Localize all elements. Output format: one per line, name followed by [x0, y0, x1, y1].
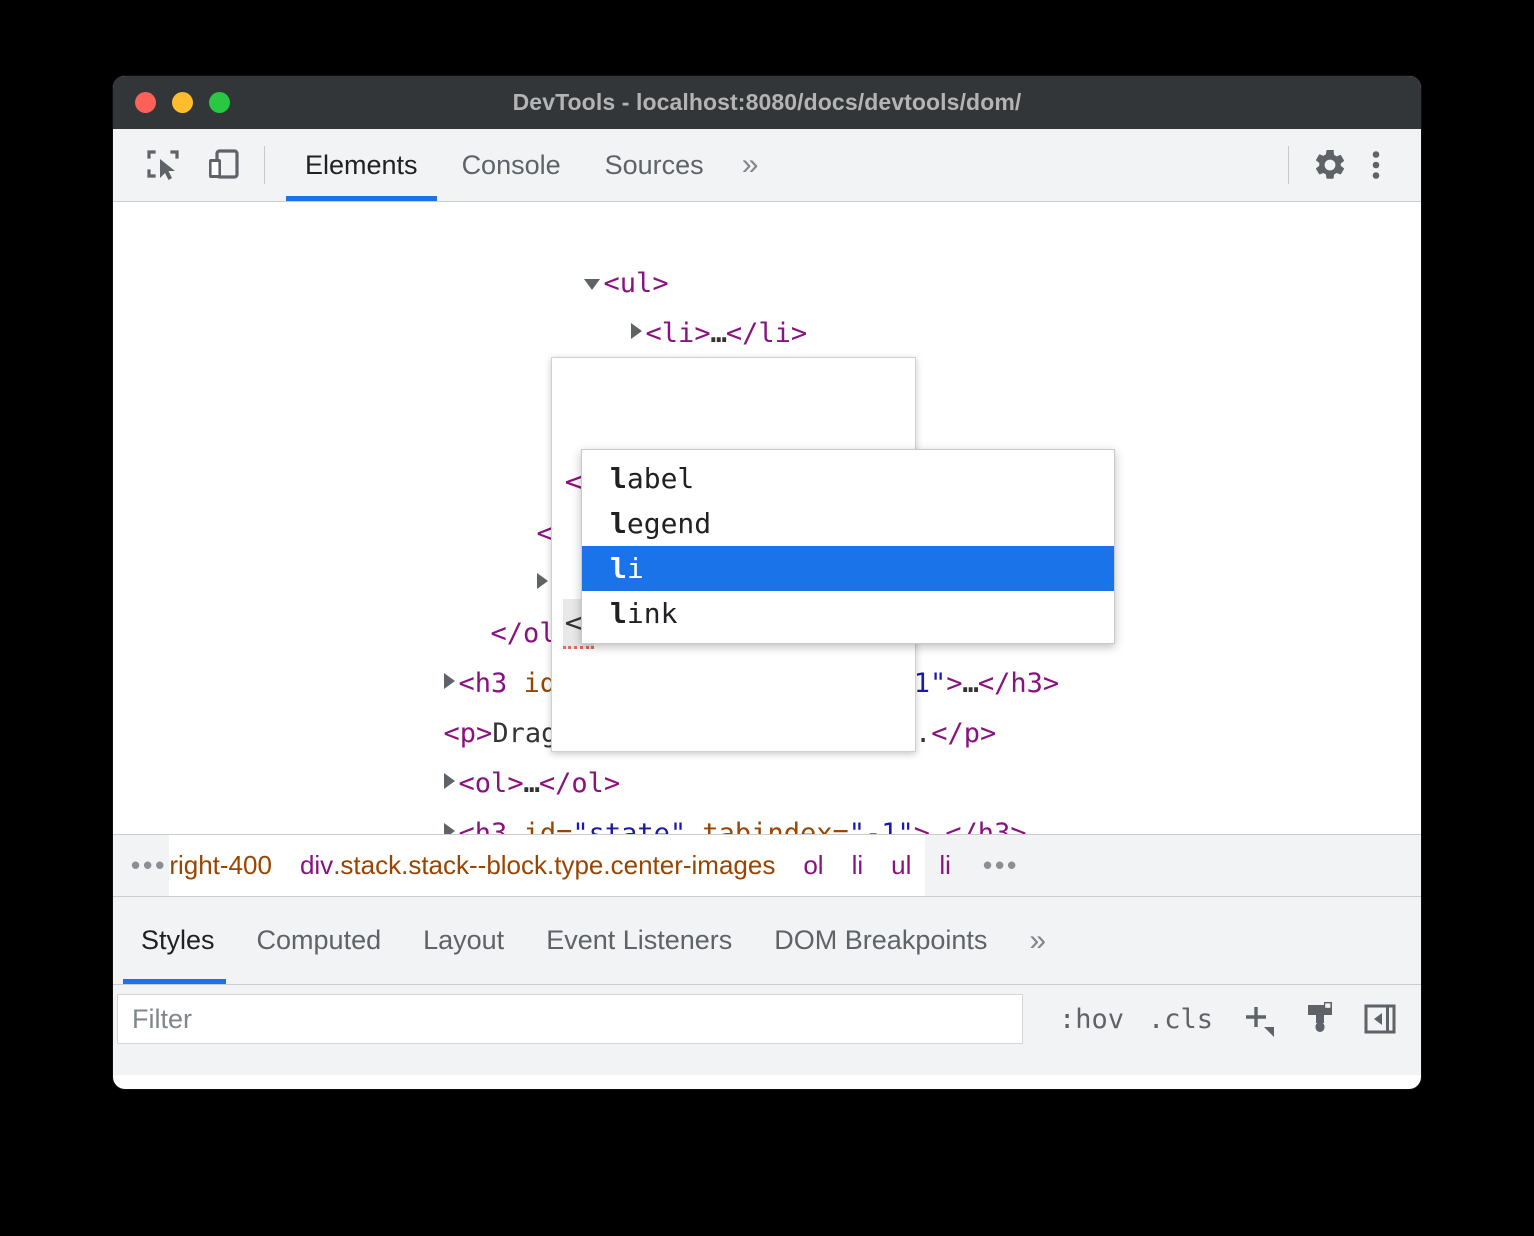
autocomplete-item-label-rest: abel [627, 462, 694, 495]
styles-pane-tab-list: Styles Computed Layout Event Listeners D… [113, 897, 1421, 985]
autocomplete-item-legend-rest: egend [627, 507, 711, 540]
dom-node-h3-state[interactable]: <h3 id="state" tabindex="-1">…</h3> [113, 759, 1421, 809]
dom-breadcrumb[interactable]: ••• right-400 div.stack.stack--block.typ… [113, 834, 1421, 897]
window-controls [135, 92, 230, 113]
breadcrumb-item-li-selected[interactable]: li [925, 835, 965, 896]
maximize-button[interactable] [209, 92, 230, 113]
tab-layout-label: Layout [423, 925, 504, 956]
element-classes-cls-label: .cls [1148, 1004, 1213, 1035]
autocomplete-item-li-rest: i [627, 552, 644, 585]
autocomplete-item-li-prefix: l [610, 552, 627, 585]
dom-node-ul-open[interactable]: <ul> [113, 209, 1421, 259]
h3-state-attr-id-name: id [524, 818, 557, 834]
breadcrumb-item-ul-label: ul [891, 850, 911, 881]
tab-computed-label: Computed [257, 925, 382, 956]
h3-state-attr-tabindex-name: tabindex [702, 818, 832, 834]
devtools-window: DevTools - localhost:8080/docs/devtools/… [113, 76, 1421, 1089]
breadcrumb-item-div-tag: div [300, 850, 333, 881]
h3-state-tag-open: <h3 [459, 818, 524, 834]
breadcrumb-item-li-selected-label: li [939, 850, 951, 881]
breadcrumb-item-ul[interactable]: ul [877, 835, 925, 896]
h3-state-end-tag: </h3> [945, 818, 1026, 834]
dom-node-li-1[interactable]: <li>…</li> [113, 259, 1421, 309]
paintbrush-icon[interactable] [1295, 994, 1345, 1044]
window-title: DevTools - localhost:8080/docs/devtools/… [113, 89, 1421, 116]
h3-state-ellipsis: … [930, 818, 945, 834]
tab-styles[interactable]: Styles [113, 897, 236, 984]
more-panels-button[interactable]: » [726, 129, 775, 201]
autocomplete-item-label-prefix: l [610, 462, 627, 495]
inspect-element-icon[interactable] [140, 142, 186, 188]
tab-elements[interactable]: Elements [283, 129, 440, 201]
tab-layout[interactable]: Layout [402, 897, 525, 984]
breadcrumb-overflow-left-label: ••• [131, 850, 167, 881]
dom-node-li-2[interactable]: <li>…</li> [113, 309, 1421, 359]
panel-tab-list: Elements Console Sources » [283, 129, 774, 201]
chevron-double-right-icon: » [742, 148, 759, 182]
autocomplete-item-link-rest: ink [627, 597, 678, 630]
breadcrumb-item-right-400-label: right-400 [169, 850, 272, 881]
tab-sources-label: Sources [605, 150, 704, 181]
breadcrumb-item-li-1-label: li [852, 850, 864, 881]
element-classes-cls-button[interactable]: .cls [1136, 1004, 1225, 1035]
tab-dom-breakpoints[interactable]: DOM Breakpoints [753, 897, 1008, 984]
toolbar-right-group [1270, 142, 1421, 188]
tab-console-label: Console [462, 150, 561, 181]
more-styles-tabs-button[interactable]: » [1008, 897, 1067, 984]
breadcrumb-item-right-400[interactable]: right-400 [169, 835, 286, 896]
kebab-menu-icon[interactable] [1353, 142, 1399, 188]
autocomplete-item-link-prefix: l [610, 597, 627, 630]
autocomplete-item-link[interactable]: link [582, 591, 1114, 636]
h3-state-attr-tabindex-value: "-1" [849, 818, 914, 834]
tag-autocomplete-dropdown[interactable]: label legend li link [581, 449, 1115, 644]
force-state-hov-button[interactable]: :hov [1047, 1004, 1136, 1035]
toolbar-separator-right [1288, 146, 1289, 184]
breadcrumb-item-div-classes: .stack.stack--block.type.center-images [333, 850, 775, 881]
devtools-main-toolbar: Elements Console Sources » [113, 129, 1421, 202]
h3-state-tag-close: > [914, 818, 930, 834]
autocomplete-item-legend[interactable]: legend [582, 501, 1114, 546]
styles-filter-toolbar: :hov .cls [113, 985, 1421, 1053]
plus-with-dropdown-icon[interactable] [1235, 994, 1285, 1044]
minimize-button[interactable] [172, 92, 193, 113]
close-button[interactable] [135, 92, 156, 113]
autocomplete-item-li[interactable]: li [582, 546, 1114, 591]
filter-input[interactable] [117, 994, 1023, 1044]
tab-event-listeners[interactable]: Event Listeners [525, 897, 753, 984]
autocomplete-item-label[interactable]: label [582, 456, 1114, 501]
breadcrumb-overflow-right[interactable]: ••• [965, 835, 1037, 896]
dom-tree-panel[interactable]: <ul> <li>…</li> <li>…</li> </ul> </li> <… [113, 202, 1421, 834]
gear-icon[interactable] [1307, 142, 1353, 188]
disclosure-triangle-closed-icon[interactable] [444, 823, 455, 834]
tab-sources[interactable]: Sources [583, 129, 726, 201]
toolbar-separator-left [264, 146, 265, 184]
breadcrumb-item-li-1[interactable]: li [838, 835, 878, 896]
autocomplete-item-legend-prefix: l [610, 507, 627, 540]
window-title-bar: DevTools - localhost:8080/docs/devtools/… [113, 76, 1421, 129]
tab-console[interactable]: Console [440, 129, 583, 201]
tab-dom-breakpoints-label: DOM Breakpoints [774, 925, 987, 956]
tab-computed[interactable]: Computed [236, 897, 403, 984]
pane-filler [113, 1053, 1421, 1075]
breadcrumb-item-ol-label: ol [803, 850, 823, 881]
tab-elements-label: Elements [305, 150, 418, 181]
breadcrumb-overflow-right-label: ••• [983, 850, 1019, 881]
device-toolbar-icon[interactable] [200, 142, 246, 188]
force-state-hov-label: :hov [1059, 1004, 1124, 1035]
toggle-sidebar-icon[interactable] [1355, 994, 1405, 1044]
breadcrumb-item-ol[interactable]: ol [789, 835, 837, 896]
chevron-double-right-icon: » [1029, 924, 1046, 958]
tab-styles-label: Styles [141, 925, 215, 956]
tab-event-listeners-label: Event Listeners [546, 925, 732, 956]
breadcrumb-item-div[interactable]: div.stack.stack--block.type.center-image… [286, 835, 789, 896]
h3-state-attr-id-value: "state" [572, 818, 686, 834]
